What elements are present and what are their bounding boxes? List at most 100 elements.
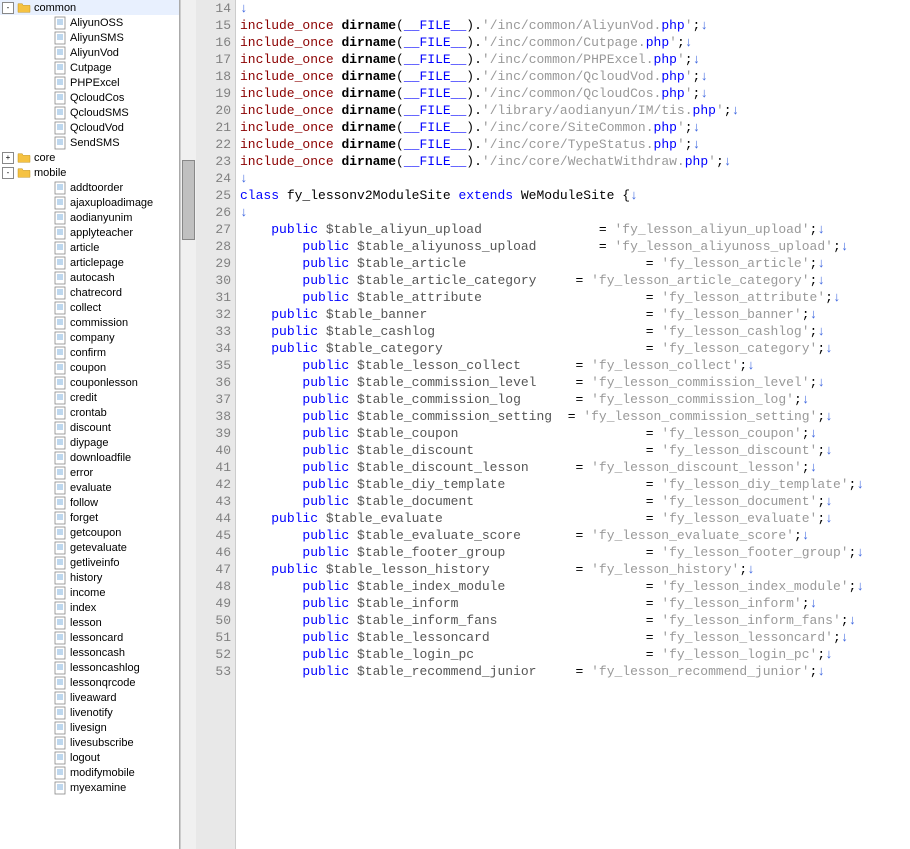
code-line[interactable]: public $table_inform = 'fy_lesson_inform… [240, 595, 910, 612]
code-line[interactable]: public $table_inform_fans = 'fy_lesson_i… [240, 612, 910, 629]
tree-folder-common[interactable]: -common [0, 0, 179, 15]
code-line[interactable]: include_once dirname(__FILE__).'/inc/cor… [240, 153, 910, 170]
code-line[interactable]: public $table_footer_group = 'fy_lesson_… [240, 544, 910, 561]
code-line[interactable]: public $table_diy_template = 'fy_lesson_… [240, 476, 910, 493]
tree-file-discount[interactable]: discount [0, 420, 179, 435]
tree-folder-mobile[interactable]: -mobile [0, 165, 179, 180]
code-line[interactable]: public $table_document = 'fy_lesson_docu… [240, 493, 910, 510]
tree-file-article[interactable]: article [0, 240, 179, 255]
tree-file-error[interactable]: error [0, 465, 179, 480]
expand-icon[interactable]: - [2, 2, 14, 14]
code-line[interactable]: include_once dirname(__FILE__).'/inc/com… [240, 17, 910, 34]
tree-file-couponlesson[interactable]: couponlesson [0, 375, 179, 390]
tree-file-chatrecord[interactable]: chatrecord [0, 285, 179, 300]
code-line[interactable]: public $table_article_category = 'fy_les… [240, 272, 910, 289]
tree-file-getevaluate[interactable]: getevaluate [0, 540, 179, 555]
code-line[interactable]: public $table_commission_log = 'fy_lesso… [240, 391, 910, 408]
tree-file-applyteacher[interactable]: applyteacher [0, 225, 179, 240]
tree-file-follow[interactable]: follow [0, 495, 179, 510]
tree-folder-core[interactable]: +core [0, 150, 179, 165]
code-line[interactable]: public $table_recommend_junior = 'fy_les… [240, 663, 910, 680]
code-line[interactable]: include_once dirname(__FILE__).'/inc/com… [240, 34, 910, 51]
code-line[interactable]: public $table_aliyunoss_upload = 'fy_les… [240, 238, 910, 255]
tree-file-articlepage[interactable]: articlepage [0, 255, 179, 270]
sidebar-scrollbar[interactable] [180, 0, 196, 849]
code-line[interactable]: public $table_discount_lesson = 'fy_less… [240, 459, 910, 476]
code-line[interactable]: public $table_commission_level = 'fy_les… [240, 374, 910, 391]
tree-file-AliyunOSS[interactable]: AliyunOSS [0, 15, 179, 30]
code-line[interactable]: ↓ [240, 170, 910, 187]
expand-icon[interactable]: + [2, 152, 14, 164]
tree-file-getliveinfo[interactable]: getliveinfo [0, 555, 179, 570]
tree-file-QcloudVod[interactable]: QcloudVod [0, 120, 179, 135]
tree-file-collect[interactable]: collect [0, 300, 179, 315]
tree-file-credit[interactable]: credit [0, 390, 179, 405]
tree-file-forget[interactable]: forget [0, 510, 179, 525]
code-line[interactable]: public $table_attribute = 'fy_lesson_att… [240, 289, 910, 306]
file-tree-sidebar[interactable]: -commonAliyunOSSAliyunSMSAliyunVodCutpag… [0, 0, 180, 849]
tree-file-evaluate[interactable]: evaluate [0, 480, 179, 495]
tree-file-AliyunSMS[interactable]: AliyunSMS [0, 30, 179, 45]
code-line[interactable]: include_once dirname(__FILE__).'/inc/com… [240, 51, 910, 68]
tree-file-commission[interactable]: commission [0, 315, 179, 330]
code-line[interactable]: include_once dirname(__FILE__).'/inc/cor… [240, 119, 910, 136]
code-line[interactable]: public $table_article = 'fy_lesson_artic… [240, 255, 910, 272]
code-line[interactable]: ↓ [240, 0, 910, 17]
tree-file-lesson[interactable]: lesson [0, 615, 179, 630]
tree-file-Cutpage[interactable]: Cutpage [0, 60, 179, 75]
tree-file-SendSMS[interactable]: SendSMS [0, 135, 179, 150]
code-line[interactable]: include_once dirname(__FILE__).'/inc/com… [240, 68, 910, 85]
tree-file-liveaward[interactable]: liveaward [0, 690, 179, 705]
code-area[interactable]: ↓include_once dirname(__FILE__).'/inc/co… [236, 0, 910, 849]
code-line[interactable]: public $table_lesson_history = 'fy_lesso… [240, 561, 910, 578]
tree-file-crontab[interactable]: crontab [0, 405, 179, 420]
code-line[interactable]: public $table_coupon = 'fy_lesson_coupon… [240, 425, 910, 442]
code-editor[interactable]: 1415161718192021222324252627282930313233… [196, 0, 910, 849]
tree-file-livesubscribe[interactable]: livesubscribe [0, 735, 179, 750]
tree-file-autocash[interactable]: autocash [0, 270, 179, 285]
code-line[interactable]: ↓ [240, 204, 910, 221]
code-line[interactable]: public $table_discount = 'fy_lesson_disc… [240, 442, 910, 459]
tree-file-modifymobile[interactable]: modifymobile [0, 765, 179, 780]
tree-file-lessonqrcode[interactable]: lessonqrcode [0, 675, 179, 690]
tree-file-QcloudCos[interactable]: QcloudCos [0, 90, 179, 105]
tree-file-lessoncash[interactable]: lessoncash [0, 645, 179, 660]
tree-file-addtoorder[interactable]: addtoorder [0, 180, 179, 195]
tree-file-history[interactable]: history [0, 570, 179, 585]
tree-file-downloadfile[interactable]: downloadfile [0, 450, 179, 465]
tree-file-AliyunVod[interactable]: AliyunVod [0, 45, 179, 60]
tree-file-QcloudSMS[interactable]: QcloudSMS [0, 105, 179, 120]
tree-file-PHPExcel[interactable]: PHPExcel [0, 75, 179, 90]
code-line[interactable]: public $table_aliyun_upload = 'fy_lesson… [240, 221, 910, 238]
code-line[interactable]: class fy_lessonv2ModuleSite extends WeMo… [240, 187, 910, 204]
code-line[interactable]: public $table_banner = 'fy_lesson_banner… [240, 306, 910, 323]
code-line[interactable]: include_once dirname(__FILE__).'/library… [240, 102, 910, 119]
tree-file-company[interactable]: company [0, 330, 179, 345]
tree-file-aodianyunim[interactable]: aodianyunim [0, 210, 179, 225]
code-line[interactable]: public $table_cashlog = 'fy_lesson_cashl… [240, 323, 910, 340]
tree-file-livenotify[interactable]: livenotify [0, 705, 179, 720]
code-line[interactable]: public $table_evaluate_score = 'fy_lesso… [240, 527, 910, 544]
tree-file-coupon[interactable]: coupon [0, 360, 179, 375]
code-line[interactable]: public $table_index_module = 'fy_lesson_… [240, 578, 910, 595]
code-line[interactable]: public $table_login_pc = 'fy_lesson_logi… [240, 646, 910, 663]
tree-file-livesign[interactable]: livesign [0, 720, 179, 735]
tree-file-income[interactable]: income [0, 585, 179, 600]
expand-icon[interactable]: - [2, 167, 14, 179]
code-line[interactable]: public $table_category = 'fy_lesson_cate… [240, 340, 910, 357]
code-line[interactable]: include_once dirname(__FILE__).'/inc/cor… [240, 136, 910, 153]
tree-file-lessoncard[interactable]: lessoncard [0, 630, 179, 645]
tree-file-ajaxuploadimage[interactable]: ajaxuploadimage [0, 195, 179, 210]
tree-file-logout[interactable]: logout [0, 750, 179, 765]
code-line[interactable]: include_once dirname(__FILE__).'/inc/com… [240, 85, 910, 102]
tree-file-confirm[interactable]: confirm [0, 345, 179, 360]
tree-file-lessoncashlog[interactable]: lessoncashlog [0, 660, 179, 675]
tree-file-myexamine[interactable]: myexamine [0, 780, 179, 795]
code-line[interactable]: public $table_lessoncard = 'fy_lesson_le… [240, 629, 910, 646]
code-line[interactable]: public $table_evaluate = 'fy_lesson_eval… [240, 510, 910, 527]
tree-file-getcoupon[interactable]: getcoupon [0, 525, 179, 540]
code-line[interactable]: public $table_lesson_collect = 'fy_lesso… [240, 357, 910, 374]
code-line[interactable]: public $table_commission_setting = 'fy_l… [240, 408, 910, 425]
tree-file-diypage[interactable]: diypage [0, 435, 179, 450]
tree-file-index[interactable]: index [0, 600, 179, 615]
